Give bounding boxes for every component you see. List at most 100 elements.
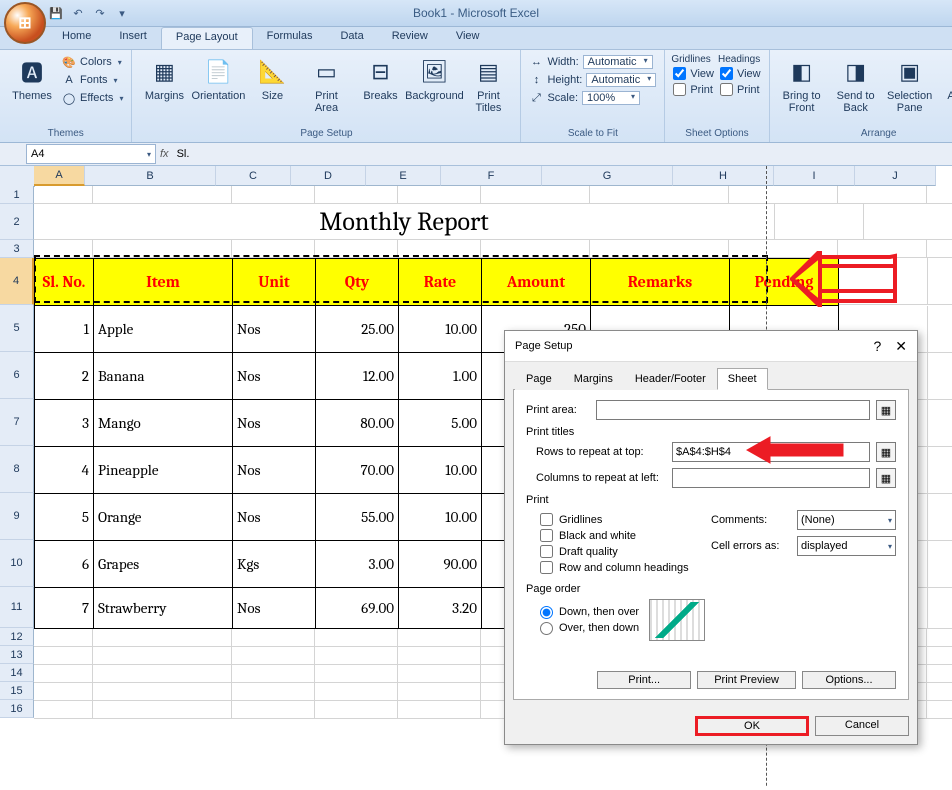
data-cell[interactable]: 5: [34, 494, 94, 541]
data-cell[interactable]: 10.00: [399, 494, 482, 541]
gridlines-view[interactable]: View: [671, 66, 716, 81]
header-cell[interactable]: Rate: [399, 258, 482, 306]
row-header[interactable]: 14: [0, 664, 34, 682]
tab-data[interactable]: Data: [326, 27, 377, 49]
header-cell[interactable]: Qty: [316, 258, 399, 306]
row-header[interactable]: 8: [0, 446, 34, 493]
data-cell[interactable]: 7: [34, 588, 94, 629]
tab-page-layout[interactable]: Page Layout: [161, 27, 253, 49]
header-cell[interactable]: [928, 258, 952, 305]
header-cell[interactable]: Sl. No.: [34, 258, 94, 306]
size-button[interactable]: 📐Size: [246, 54, 298, 104]
row-header[interactable]: 1: [0, 186, 34, 204]
data-cell[interactable]: Apple: [94, 306, 233, 353]
tab-insert[interactable]: Insert: [105, 27, 161, 49]
data-cell[interactable]: 90.00: [399, 541, 482, 588]
header-cell[interactable]: Unit: [233, 258, 316, 306]
col-header[interactable]: I: [774, 166, 855, 186]
data-cell[interactable]: Banana: [94, 353, 233, 400]
row-header[interactable]: 5: [0, 305, 34, 352]
data-cell[interactable]: Nos: [233, 306, 316, 353]
cancel-button[interactable]: Cancel: [815, 716, 909, 736]
data-cell[interactable]: 3: [34, 400, 94, 447]
scale-pct[interactable]: ⤢Scale: 100%▾: [527, 90, 658, 106]
dlg-tab-margins[interactable]: Margins: [563, 368, 624, 390]
comments-select[interactable]: (None)▾: [797, 510, 896, 530]
data-cell[interactable]: 4: [34, 447, 94, 494]
row-header[interactable]: 11: [0, 587, 34, 628]
row-header[interactable]: 13: [0, 646, 34, 664]
options-button[interactable]: Options...: [802, 671, 896, 689]
office-button[interactable]: ⊞: [4, 2, 46, 44]
row-header[interactable]: 16: [0, 700, 34, 718]
tab-formulas[interactable]: Formulas: [253, 27, 327, 49]
data-cell[interactable]: 6: [34, 541, 94, 588]
chevron-down-icon[interactable]: ▾: [147, 150, 151, 159]
undo-icon[interactable]: ↶: [70, 5, 86, 21]
data-cell[interactable]: Nos: [233, 353, 316, 400]
tab-home[interactable]: Home: [48, 27, 105, 49]
colors-button[interactable]: 🎨Colors▾: [60, 54, 125, 70]
data-cell[interactable]: [928, 588, 952, 629]
effects-button[interactable]: ◯Effects▾: [60, 90, 125, 106]
data-cell[interactable]: 5.00: [399, 400, 482, 447]
row-header[interactable]: 7: [0, 399, 34, 446]
tab-review[interactable]: Review: [378, 27, 442, 49]
select-all-button[interactable]: [0, 166, 35, 187]
header-cell[interactable]: Item: [94, 258, 233, 306]
headings-view[interactable]: View: [718, 66, 763, 81]
data-cell[interactable]: 1: [34, 306, 94, 353]
scale-width[interactable]: ↔Width: Automatic▾: [527, 54, 658, 70]
row-header[interactable]: 6: [0, 352, 34, 399]
data-cell[interactable]: [928, 447, 952, 494]
fonts-button[interactable]: AFonts▾: [60, 72, 125, 88]
data-cell[interactable]: Nos: [233, 588, 316, 629]
print-button[interactable]: Print...: [597, 671, 691, 689]
background-button[interactable]: 🖼Background: [408, 54, 460, 104]
data-cell[interactable]: 69.00: [316, 588, 399, 629]
data-cell[interactable]: 10.00: [399, 306, 482, 353]
breaks-button[interactable]: ⊟Breaks: [354, 54, 406, 104]
data-cell[interactable]: Strawberry: [94, 588, 233, 629]
col-header[interactable]: E: [366, 166, 441, 186]
col-header[interactable]: J: [855, 166, 936, 186]
preview-button[interactable]: Print Preview: [697, 671, 796, 689]
redo-icon[interactable]: ↷: [92, 5, 108, 21]
down-over-radio[interactable]: [540, 606, 553, 619]
header-cell[interactable]: Remarks: [591, 258, 730, 306]
data-cell[interactable]: Orange: [94, 494, 233, 541]
align-button[interactable]: ≡Align: [938, 54, 952, 104]
row-header[interactable]: 2: [0, 204, 34, 240]
headings-print[interactable]: Print: [718, 82, 763, 97]
save-icon[interactable]: 💾: [48, 5, 64, 21]
data-cell[interactable]: Nos: [233, 447, 316, 494]
themes-button[interactable]: 🅰 Themes: [6, 54, 58, 104]
rch-checkbox[interactable]: [540, 561, 553, 574]
bring-front-button[interactable]: ◧Bring to Front: [776, 54, 828, 116]
dlg-tab-sheet[interactable]: Sheet: [717, 368, 768, 390]
over-down-radio[interactable]: [540, 622, 553, 635]
row-header[interactable]: 4: [0, 258, 34, 305]
data-cell[interactable]: 80.00: [316, 400, 399, 447]
close-button[interactable]: ✕: [895, 338, 907, 355]
draft-checkbox[interactable]: [540, 545, 553, 558]
print-area-input[interactable]: [596, 400, 870, 420]
row-header[interactable]: 3: [0, 240, 34, 258]
scale-height[interactable]: ↕Height: Automatic▾: [527, 72, 658, 88]
col-header[interactable]: H: [673, 166, 774, 186]
data-cell[interactable]: [928, 494, 952, 541]
cols-repeat-input[interactable]: [672, 468, 870, 488]
header-cell[interactable]: Amount: [482, 258, 591, 306]
data-cell[interactable]: 1.00: [399, 353, 482, 400]
col-header[interactable]: B: [85, 166, 216, 186]
print-titles-button[interactable]: ▤Print Titles: [462, 54, 514, 116]
row-header[interactable]: 10: [0, 540, 34, 587]
data-cell[interactable]: [928, 306, 952, 353]
data-cell[interactable]: Mango: [94, 400, 233, 447]
col-header[interactable]: C: [216, 166, 291, 186]
data-cell[interactable]: 10.00: [399, 447, 482, 494]
data-cell[interactable]: [928, 541, 952, 588]
margins-button[interactable]: ▦Margins: [138, 54, 190, 104]
report-title[interactable]: Monthly Report: [34, 204, 775, 240]
data-cell[interactable]: Nos: [233, 494, 316, 541]
